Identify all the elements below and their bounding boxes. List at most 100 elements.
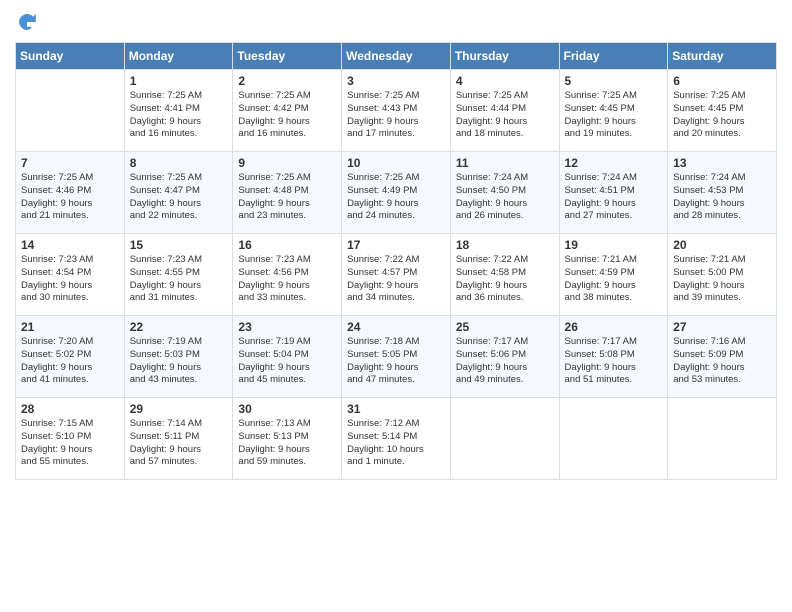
cell-info-line: Daylight: 9 hours bbox=[130, 362, 228, 375]
cell-info-line: Sunrise: 7:25 AM bbox=[456, 90, 554, 103]
cell-info-line: Sunrise: 7:25 AM bbox=[21, 172, 119, 185]
day-number: 7 bbox=[21, 156, 119, 170]
cell-info-line: Sunrise: 7:24 AM bbox=[673, 172, 771, 185]
day-number: 27 bbox=[673, 320, 771, 334]
day-number: 11 bbox=[456, 156, 554, 170]
day-number: 2 bbox=[238, 74, 336, 88]
calendar-cell: 2Sunrise: 7:25 AMSunset: 4:42 PMDaylight… bbox=[233, 70, 342, 152]
day-header-sunday: Sunday bbox=[16, 43, 125, 70]
cell-info-line: Sunrise: 7:25 AM bbox=[565, 90, 663, 103]
cell-info-line: Sunset: 5:05 PM bbox=[347, 349, 445, 362]
cell-info-line: and 33 minutes. bbox=[238, 292, 336, 305]
cell-info-line: Sunrise: 7:25 AM bbox=[130, 172, 228, 185]
cell-info-line: and 27 minutes. bbox=[565, 210, 663, 223]
day-number: 4 bbox=[456, 74, 554, 88]
calendar-cell: 19 Sunrise: 7:21 AMSunset: 4:59 PMDayligh… bbox=[559, 234, 668, 316]
cell-info-line: and 28 minutes. bbox=[673, 210, 771, 223]
cell-info-line: Sunrise: 7:25 AM bbox=[347, 172, 445, 185]
calendar-cell: 3Sunrise: 7:25 AMSunset: 4:43 PMDaylight… bbox=[342, 70, 451, 152]
cell-info-line: and 41 minutes. bbox=[21, 374, 119, 387]
cell-info-line: Daylight: 9 hours bbox=[21, 198, 119, 211]
cell-info-line: Daylight: 9 hours bbox=[565, 362, 663, 375]
cell-info-line: Sunset: 4:50 PM bbox=[456, 185, 554, 198]
cell-info-line: Daylight: 9 hours bbox=[673, 198, 771, 211]
calendar-cell: 22Sunrise: 7:19 AMSunset: 5:03 PMDayligh… bbox=[124, 316, 233, 398]
calendar-cell bbox=[16, 70, 125, 152]
cell-info-line: Sunrise: 7:17 AM bbox=[456, 336, 554, 349]
calendar-header-row: SundayMondayTuesdayWednesdayThursdayFrid… bbox=[16, 43, 777, 70]
cell-info-line: Sunset: 4:42 PM bbox=[238, 103, 336, 116]
day-number: 31 bbox=[347, 402, 445, 416]
day-number: 28 bbox=[21, 402, 119, 416]
cell-info-line: Sunset: 5:13 PM bbox=[238, 431, 336, 444]
cell-info-line: Daylight: 9 hours bbox=[238, 444, 336, 457]
cell-info-line: Daylight: 9 hours bbox=[347, 198, 445, 211]
cell-info-line: Sunset: 4:47 PM bbox=[130, 185, 228, 198]
day-number: 9 bbox=[238, 156, 336, 170]
cell-info-line: and 16 minutes. bbox=[130, 128, 228, 141]
calendar-cell: 4Sunrise: 7:25 AMSunset: 4:44 PMDaylight… bbox=[450, 70, 559, 152]
cell-info-line: Daylight: 9 hours bbox=[565, 198, 663, 211]
day-header-saturday: Saturday bbox=[668, 43, 777, 70]
cell-info-line: Sunrise: 7:22 AM bbox=[347, 254, 445, 267]
cell-info-line: Sunrise: 7:23 AM bbox=[21, 254, 119, 267]
cell-info-line: and 20 minutes. bbox=[673, 128, 771, 141]
cell-info-line: Sunrise: 7:17 AM bbox=[565, 336, 663, 349]
cell-info-line: Sunrise: 7:20 AM bbox=[21, 336, 119, 349]
cell-info-line: and 47 minutes. bbox=[347, 374, 445, 387]
cell-info-line: and 1 minute. bbox=[347, 456, 445, 469]
cell-info-line: Sunset: 4:45 PM bbox=[673, 103, 771, 116]
cell-info-line: Sunrise: 7:25 AM bbox=[347, 90, 445, 103]
cell-info-line: Sunrise: 7:23 AM bbox=[130, 254, 228, 267]
cell-info-line: and 55 minutes. bbox=[21, 456, 119, 469]
cell-info-line: and 19 minutes. bbox=[565, 128, 663, 141]
calendar-cell: 25Sunrise: 7:17 AMSunset: 5:06 PMDayligh… bbox=[450, 316, 559, 398]
calendar-cell: 28Sunrise: 7:15 AMSunset: 5:10 PMDayligh… bbox=[16, 398, 125, 480]
calendar-cell: 24Sunrise: 7:18 AMSunset: 5:05 PMDayligh… bbox=[342, 316, 451, 398]
cell-info-line: and 45 minutes. bbox=[238, 374, 336, 387]
calendar-cell: 1Sunrise: 7:25 AMSunset: 4:41 PMDaylight… bbox=[124, 70, 233, 152]
cell-info-line: and 59 minutes. bbox=[238, 456, 336, 469]
day-number: 3 bbox=[347, 74, 445, 88]
cell-info-line: Sunset: 4:51 PM bbox=[565, 185, 663, 198]
cell-info-line: Sunset: 4:59 PM bbox=[565, 267, 663, 280]
cell-info-line: Daylight: 9 hours bbox=[673, 280, 771, 293]
calendar-cell: 26Sunrise: 7:17 AMSunset: 5:08 PMDayligh… bbox=[559, 316, 668, 398]
cell-info-line: Daylight: 9 hours bbox=[238, 116, 336, 129]
cell-info-line: Sunset: 4:58 PM bbox=[456, 267, 554, 280]
cell-info-line: Sunrise: 7:14 AM bbox=[130, 418, 228, 431]
cell-info-line: Daylight: 9 hours bbox=[673, 116, 771, 129]
cell-info-line: Daylight: 9 hours bbox=[347, 362, 445, 375]
cell-info-line: Sunset: 5:03 PM bbox=[130, 349, 228, 362]
cell-info-line: Sunset: 5:08 PM bbox=[565, 349, 663, 362]
day-number: 19 bbox=[565, 238, 663, 252]
cell-info-line: and 18 minutes. bbox=[456, 128, 554, 141]
week-row-1: 7Sunrise: 7:25 AMSunset: 4:46 PMDaylight… bbox=[16, 152, 777, 234]
cell-info-line: Sunset: 4:54 PM bbox=[21, 267, 119, 280]
cell-info-line: and 34 minutes. bbox=[347, 292, 445, 305]
day-number: 30 bbox=[238, 402, 336, 416]
cell-info-line: Sunset: 4:49 PM bbox=[347, 185, 445, 198]
cell-info-line: and 43 minutes. bbox=[130, 374, 228, 387]
cell-info-line: Daylight: 9 hours bbox=[565, 280, 663, 293]
cell-info-line: and 49 minutes. bbox=[456, 374, 554, 387]
cell-info-line: and 53 minutes. bbox=[673, 374, 771, 387]
day-number: 20 bbox=[673, 238, 771, 252]
calendar-cell: 21Sunrise: 7:20 AMSunset: 5:02 PMDayligh… bbox=[16, 316, 125, 398]
day-number: 16 bbox=[238, 238, 336, 252]
day-header-tuesday: Tuesday bbox=[233, 43, 342, 70]
cell-info-line: Daylight: 9 hours bbox=[456, 362, 554, 375]
page-container: SundayMondayTuesdayWednesdayThursdayFrid… bbox=[0, 0, 792, 490]
day-number: 6 bbox=[673, 74, 771, 88]
cell-info-line: Sunset: 5:04 PM bbox=[238, 349, 336, 362]
week-row-4: 28Sunrise: 7:15 AMSunset: 5:10 PMDayligh… bbox=[16, 398, 777, 480]
calendar-cell: 15Sunrise: 7:23 AMSunset: 4:55 PMDayligh… bbox=[124, 234, 233, 316]
cell-info-line: Sunrise: 7:21 AM bbox=[565, 254, 663, 267]
cell-info-line: Daylight: 9 hours bbox=[130, 116, 228, 129]
day-number: 1 bbox=[130, 74, 228, 88]
day-number: 8 bbox=[130, 156, 228, 170]
calendar-cell: 14Sunrise: 7:23 AMSunset: 4:54 PMDayligh… bbox=[16, 234, 125, 316]
cell-info-line: Sunset: 5:06 PM bbox=[456, 349, 554, 362]
cell-info-line: Daylight: 9 hours bbox=[347, 116, 445, 129]
cell-info-line: and 36 minutes. bbox=[456, 292, 554, 305]
